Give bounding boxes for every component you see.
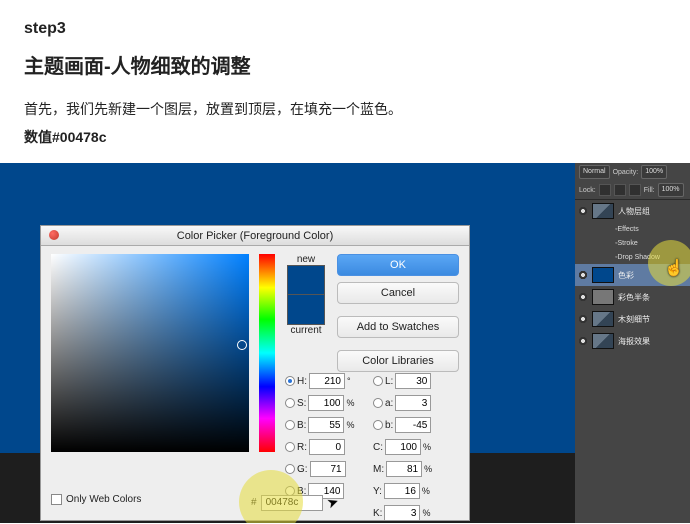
h-input[interactable] <box>309 373 345 389</box>
layer-name: 海报效果 <box>618 336 650 347</box>
lock-label: Lock: <box>579 187 596 194</box>
bhsb-input[interactable] <box>308 417 344 433</box>
new-color-swatch <box>287 265 325 295</box>
l-input[interactable] <box>395 373 431 389</box>
layer-name: 彩色半条 <box>618 292 650 303</box>
color-libraries-button[interactable]: Color Libraries <box>337 350 459 372</box>
layers-panel: Normal Opacity: 100% Lock: Fill: 100% 人物… <box>575 163 690 523</box>
m-input[interactable] <box>386 461 422 477</box>
ok-button[interactable]: OK <box>337 254 459 276</box>
a-label: a: <box>385 398 393 409</box>
s-label: S: <box>297 398 306 409</box>
blab-label: b: <box>385 420 393 431</box>
k-input[interactable] <box>384 505 420 521</box>
b-radio[interactable] <box>285 420 295 430</box>
color-ring-icon <box>237 340 247 350</box>
color-picker-dialog: Color Picker (Foreground Color) new curr… <box>40 225 470 521</box>
opacity-label: Opacity: <box>613 169 639 176</box>
opacity-value[interactable]: 100% <box>641 165 667 179</box>
current-label: current <box>287 325 325 336</box>
eye-icon[interactable] <box>578 336 588 346</box>
c-input[interactable] <box>385 439 421 455</box>
hash-label: # <box>251 497 257 508</box>
cursor-hand-icon: ☝ <box>664 258 684 278</box>
hue-strip[interactable] <box>259 254 275 452</box>
step-label: step3 <box>24 20 666 38</box>
saturation-field[interactable] <box>51 254 249 452</box>
h-label: H: <box>297 376 307 387</box>
bhsb-label: B: <box>297 420 306 431</box>
blend-mode-select[interactable]: Normal <box>579 165 610 179</box>
r-label: R: <box>297 442 307 453</box>
add-swatches-button[interactable]: Add to Swatches <box>337 316 459 338</box>
new-label: new <box>287 254 325 265</box>
layer-row-selected[interactable]: 色彩 ☝ <box>575 264 690 286</box>
close-dot-icon[interactable] <box>49 230 59 240</box>
fx-stroke-row[interactable]: ◦ Stroke <box>575 236 690 250</box>
photoshop-screenshot: Normal Opacity: 100% Lock: Fill: 100% 人物… <box>0 163 690 523</box>
blab-input[interactable] <box>395 417 431 433</box>
a-radio[interactable] <box>373 398 383 408</box>
s-input[interactable] <box>308 395 344 411</box>
fill-label: Fill: <box>644 187 655 194</box>
eye-icon[interactable] <box>578 292 588 302</box>
group-thumb <box>592 203 614 219</box>
layer-thumb <box>592 289 614 305</box>
a-input[interactable] <box>395 395 431 411</box>
layer-row[interactable]: 彩色半条 <box>575 286 690 308</box>
color-value-note: 数值#00478c <box>24 127 666 147</box>
k-label: K: <box>373 508 382 519</box>
layer-name: 木刻细节 <box>618 314 650 325</box>
only-web-checkbox[interactable] <box>51 494 62 505</box>
layer-row[interactable]: 海报效果 <box>575 330 690 352</box>
r-input[interactable] <box>309 439 345 455</box>
lock-position-icon[interactable] <box>614 184 626 196</box>
g-label: G: <box>297 464 308 475</box>
body-paragraph: 首先，我们先新建一个图层，放置到顶层，在填充一个蓝色。 <box>24 99 666 119</box>
s-radio[interactable] <box>285 398 295 408</box>
layer-thumb <box>592 333 614 349</box>
layer-thumb <box>592 267 614 283</box>
layer-thumb <box>592 311 614 327</box>
l-radio[interactable] <box>373 376 383 386</box>
eye-icon[interactable] <box>578 270 588 280</box>
g-radio[interactable] <box>285 464 295 474</box>
lock-all-icon[interactable] <box>629 184 641 196</box>
layer-group-row[interactable]: 人物层组 <box>575 200 690 222</box>
fx-effects-row[interactable]: ◦ Effects <box>575 222 690 236</box>
eye-icon[interactable] <box>578 206 588 216</box>
l-label: L: <box>385 376 393 387</box>
cancel-button[interactable]: Cancel <box>337 282 459 304</box>
y-label: Y: <box>373 486 382 497</box>
r-radio[interactable] <box>285 442 295 452</box>
layer-name: 人物层组 <box>618 206 650 217</box>
lock-pixels-icon[interactable] <box>599 184 611 196</box>
y-input[interactable] <box>384 483 420 499</box>
dialog-title: Color Picker (Foreground Color) <box>41 226 469 246</box>
m-label: M: <box>373 464 384 475</box>
c-label: C: <box>373 442 383 453</box>
g-input[interactable] <box>310 461 346 477</box>
layer-name: 色彩 <box>618 270 634 281</box>
eye-icon[interactable] <box>578 314 588 324</box>
current-color-swatch <box>287 295 325 325</box>
page-title: 主题画面-人物细致的调整 <box>24 50 666 79</box>
hex-input[interactable] <box>261 495 323 511</box>
h-radio[interactable] <box>285 376 295 386</box>
blab-radio[interactable] <box>373 420 383 430</box>
only-web-label: Only Web Colors <box>66 494 141 505</box>
fill-value[interactable]: 100% <box>658 183 684 197</box>
layer-row[interactable]: 木刻细节 <box>575 308 690 330</box>
